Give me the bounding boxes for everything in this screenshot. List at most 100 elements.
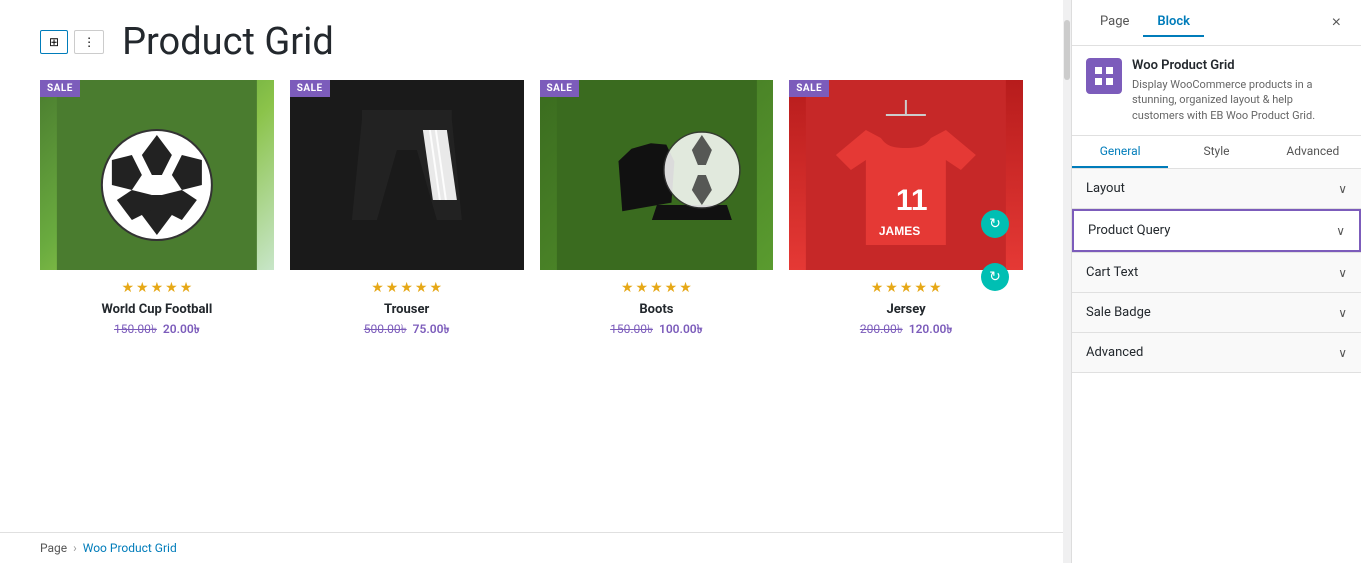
right-sidebar: Page Block × Woo Product Grid Display Wo… <box>1071 0 1361 563</box>
product-image-boots: SALE <box>540 80 774 270</box>
product-stars: ★ ★ ★ ★ ★ <box>121 280 192 296</box>
chevron-down-icon: ∨ <box>1336 224 1345 238</box>
sale-price: 75.00৳ <box>413 321 450 341</box>
accordion-advanced-header[interactable]: Advanced ∨ <box>1072 333 1361 372</box>
chevron-down-icon: ∨ <box>1338 306 1347 320</box>
accordion-sale-badge: Sale Badge ∨ <box>1072 293 1361 333</box>
star-3: ★ <box>400 280 413 296</box>
sale-badge: SALE <box>290 80 330 97</box>
accordion-product-query: Product Query ∨ <box>1072 209 1361 253</box>
star-2: ★ <box>136 280 149 296</box>
star-1: ★ <box>621 280 634 296</box>
sale-price: 120.00৳ <box>909 321 953 341</box>
block-icon <box>1086 58 1122 94</box>
original-price: 150.00৳ <box>610 321 653 341</box>
product-name: Boots <box>639 302 673 317</box>
star-4: ★ <box>415 280 428 296</box>
chevron-down-icon: ∨ <box>1338 266 1347 280</box>
product-price: 150.00৳ 20.00৳ <box>114 321 200 341</box>
block-info-text: Woo Product Grid Display WooCommerce pro… <box>1132 58 1347 123</box>
product-card: SALE ★ ★ <box>40 80 274 341</box>
product-name: Jersey <box>887 302 926 317</box>
accordion-layout: Layout ∨ <box>1072 169 1361 209</box>
breadcrumb-current: Woo Product Grid <box>83 541 177 555</box>
product-card: SALE ★ ★ <box>540 80 774 341</box>
star-3: ★ <box>900 280 913 296</box>
star-3: ★ <box>650 280 663 296</box>
original-price: 200.00৳ <box>860 321 903 341</box>
sidebar-tabs: Page Block <box>1086 8 1204 37</box>
accordion-cart-text: Cart Text ∨ <box>1072 253 1361 293</box>
tab-block[interactable]: Block <box>1143 8 1204 37</box>
tab-advanced[interactable]: Advanced <box>1265 136 1361 168</box>
sale-badge: SALE <box>40 80 80 97</box>
star-2: ★ <box>885 280 898 296</box>
accordion-product-query-label: Product Query <box>1088 223 1170 238</box>
breadcrumb: Page › Woo Product Grid <box>0 532 1063 563</box>
page-title: Product Grid <box>122 20 334 64</box>
scrollbar[interactable] <box>1063 0 1071 563</box>
block-title: Woo Product Grid <box>1132 58 1347 73</box>
sale-price: 20.00৳ <box>163 321 200 341</box>
svg-text:11: 11 <box>896 184 928 217</box>
product-stars: ★ ★ ★ ★ ★ <box>871 280 942 296</box>
refresh-icon: ↻ <box>989 269 1001 285</box>
star-1: ★ <box>121 280 134 296</box>
product-stars: ★ ★ ★ ★ ★ <box>621 280 692 296</box>
star-5: ★ <box>429 280 442 296</box>
block-description: Display WooCommerce products in a stunni… <box>1132 77 1347 123</box>
star-1: ★ <box>371 280 384 296</box>
product-price: 500.00৳ 75.00৳ <box>364 321 450 341</box>
sidebar-header: Page Block × <box>1072 0 1361 46</box>
accordion-advanced-label: Advanced <box>1086 345 1143 360</box>
canvas-refresh-top-button[interactable]: ↻ <box>981 210 1009 238</box>
star-5: ★ <box>679 280 692 296</box>
more-options-button[interactable]: ⋮ <box>74 30 104 54</box>
star-2: ★ <box>636 280 649 296</box>
products-grid: SALE ★ ★ <box>40 80 1023 341</box>
tab-page[interactable]: Page <box>1086 8 1143 37</box>
product-name: World Cup Football <box>101 302 212 317</box>
star-5: ★ <box>929 280 942 296</box>
accordion-advanced: Advanced ∨ <box>1072 333 1361 373</box>
sale-price: 100.00৳ <box>659 321 703 341</box>
star-4: ★ <box>914 280 927 296</box>
sale-badge: SALE <box>789 80 829 97</box>
block-toolbar: ⊞ ⋮ <box>40 30 104 54</box>
star-4: ★ <box>165 280 178 296</box>
svg-text:JAMES: JAMES <box>879 224 920 238</box>
scroll-thumb[interactable] <box>1064 20 1070 80</box>
accordion-layout-label: Layout <box>1086 181 1125 196</box>
product-price: 200.00৳ 120.00৳ <box>860 321 953 341</box>
grid-view-button[interactable]: ⊞ <box>40 30 68 54</box>
product-image-jersey: SALE 11 JAMES <box>789 80 1023 270</box>
canvas-refresh-bottom-button[interactable]: ↻ <box>981 263 1009 291</box>
refresh-icon: ↻ <box>989 216 1001 232</box>
accordion-product-query-header[interactable]: Product Query ∨ <box>1072 209 1361 252</box>
star-5: ★ <box>180 280 193 296</box>
product-image-football: SALE <box>40 80 274 270</box>
product-price: 150.00৳ 100.00৳ <box>610 321 703 341</box>
original-price: 500.00৳ <box>364 321 407 341</box>
accordion-cart-text-label: Cart Text <box>1086 265 1138 280</box>
accordion-sale-badge-label: Sale Badge <box>1086 305 1151 320</box>
block-header: ⊞ ⋮ Product Grid <box>40 20 1023 64</box>
grid-icon: ⊞ <box>49 35 59 49</box>
accordion-sale-badge-header[interactable]: Sale Badge ∨ <box>1072 293 1361 332</box>
product-image-trouser: SALE <box>290 80 524 270</box>
breadcrumb-page: Page <box>40 541 67 555</box>
breadcrumb-separator: › <box>73 541 77 555</box>
tab-general[interactable]: General <box>1072 136 1168 168</box>
product-card: SALE ★ ★ ★ <box>290 80 524 341</box>
close-button[interactable]: × <box>1326 12 1347 34</box>
accordion-cart-text-header[interactable]: Cart Text ∨ <box>1072 253 1361 292</box>
dots-icon: ⋮ <box>83 35 95 49</box>
star-4: ★ <box>665 280 678 296</box>
product-stars: ★ ★ ★ ★ ★ <box>371 280 442 296</box>
original-price: 150.00৳ <box>114 321 157 341</box>
sale-badge: SALE <box>540 80 580 97</box>
block-info-panel: Woo Product Grid Display WooCommerce pro… <box>1072 46 1361 136</box>
tab-style[interactable]: Style <box>1168 136 1264 168</box>
accordion-layout-header[interactable]: Layout ∨ <box>1072 169 1361 208</box>
product-name: Trouser <box>384 302 429 317</box>
